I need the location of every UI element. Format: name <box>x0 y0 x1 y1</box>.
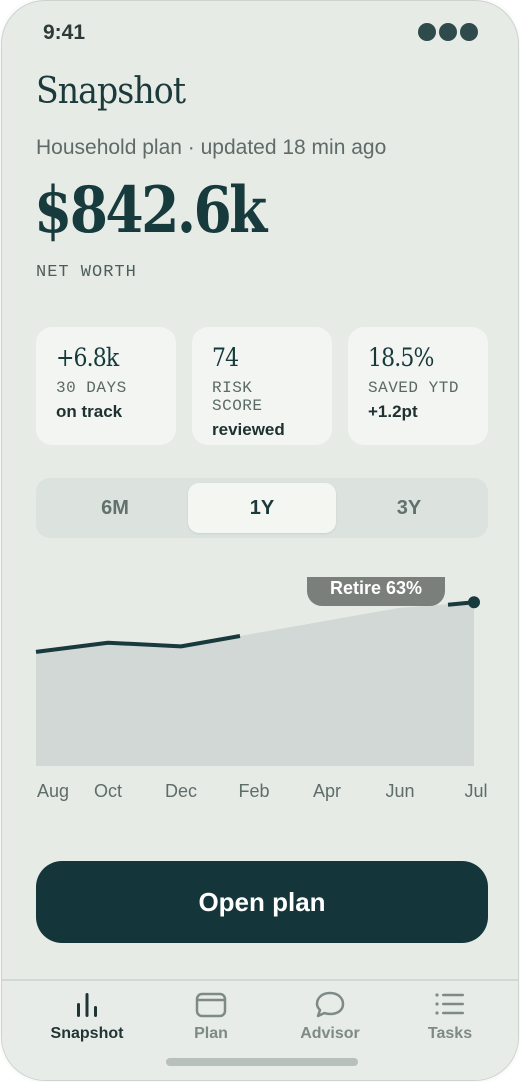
range-option-6m[interactable]: 6M <box>41 483 189 533</box>
tab-label: Advisor <box>300 1025 360 1042</box>
stat-card-risk-score[interactable]: 74 RISK SCORE reviewed <box>192 327 332 445</box>
net-worth-amount: $842.6k <box>34 173 267 248</box>
tab-tasks[interactable]: Tasks <box>390 989 510 1043</box>
x-tick-label: Jul <box>464 781 488 801</box>
tab-snapshot[interactable]: Snapshot <box>27 989 147 1043</box>
wallet-icon <box>195 992 227 1018</box>
x-tick-label: Feb <box>238 781 270 801</box>
stat-card-saved-ytd[interactable]: 18.5% SAVED YTD +1.2pt <box>348 327 488 445</box>
tab-label: Snapshot <box>50 1025 124 1042</box>
tab-plan[interactable]: Plan <box>151 989 271 1043</box>
x-tick-label: Oct <box>93 781 123 801</box>
x-tick-label: Apr <box>312 781 342 801</box>
x-tick-label: Jun <box>385 781 415 801</box>
stat-note: reviewed <box>212 420 285 439</box>
chart-point-current[interactable] <box>468 596 480 609</box>
x-tick-label: Dec <box>164 781 198 801</box>
tab-label: Tasks <box>427 1025 473 1042</box>
stat-label: SAVED YTD <box>368 379 459 397</box>
open-plan-button[interactable]: Open plan <box>36 861 488 943</box>
range-option-1y[interactable]: 1Y <box>188 483 336 533</box>
bar-chart-icon <box>77 993 97 1017</box>
phone-screen: 9:41 Snapshot Household plan · updated 1… <box>1 0 519 1081</box>
stat-value: 18.5% <box>368 343 434 372</box>
x-tick-label: Aug <box>36 781 70 801</box>
home-indicator <box>166 1058 358 1066</box>
tab-label: Plan <box>194 1025 228 1042</box>
stat-value: 74 <box>212 343 239 372</box>
page-title: Snapshot <box>36 71 186 112</box>
net-worth-label: NET WORTH <box>36 263 137 282</box>
stat-note: on track <box>56 402 123 421</box>
range-selector: 6M 1Y 3Y <box>36 478 488 538</box>
page-subtitle: Household plan · updated 18 min ago <box>36 136 387 159</box>
stat-note: +1.2pt <box>368 402 418 421</box>
more-icon[interactable] <box>418 23 478 41</box>
stat-value: +6.8k <box>56 343 119 372</box>
stat-label: 30 DAYS <box>56 379 127 397</box>
range-option-3y[interactable]: 3Y <box>335 483 483 533</box>
status-time: 9:41 <box>43 21 86 44</box>
chat-bubble-icon <box>315 991 345 1018</box>
list-icon <box>435 993 464 1015</box>
tab-advisor[interactable]: Advisor <box>270 989 390 1043</box>
stat-card-30-days[interactable]: +6.8k 30 DAYS on track <box>36 327 176 445</box>
stat-label: RISK SCORE <box>212 379 263 415</box>
retire-progress-badge: Retire 63% <box>307 577 445 606</box>
chart-area <box>36 602 474 766</box>
